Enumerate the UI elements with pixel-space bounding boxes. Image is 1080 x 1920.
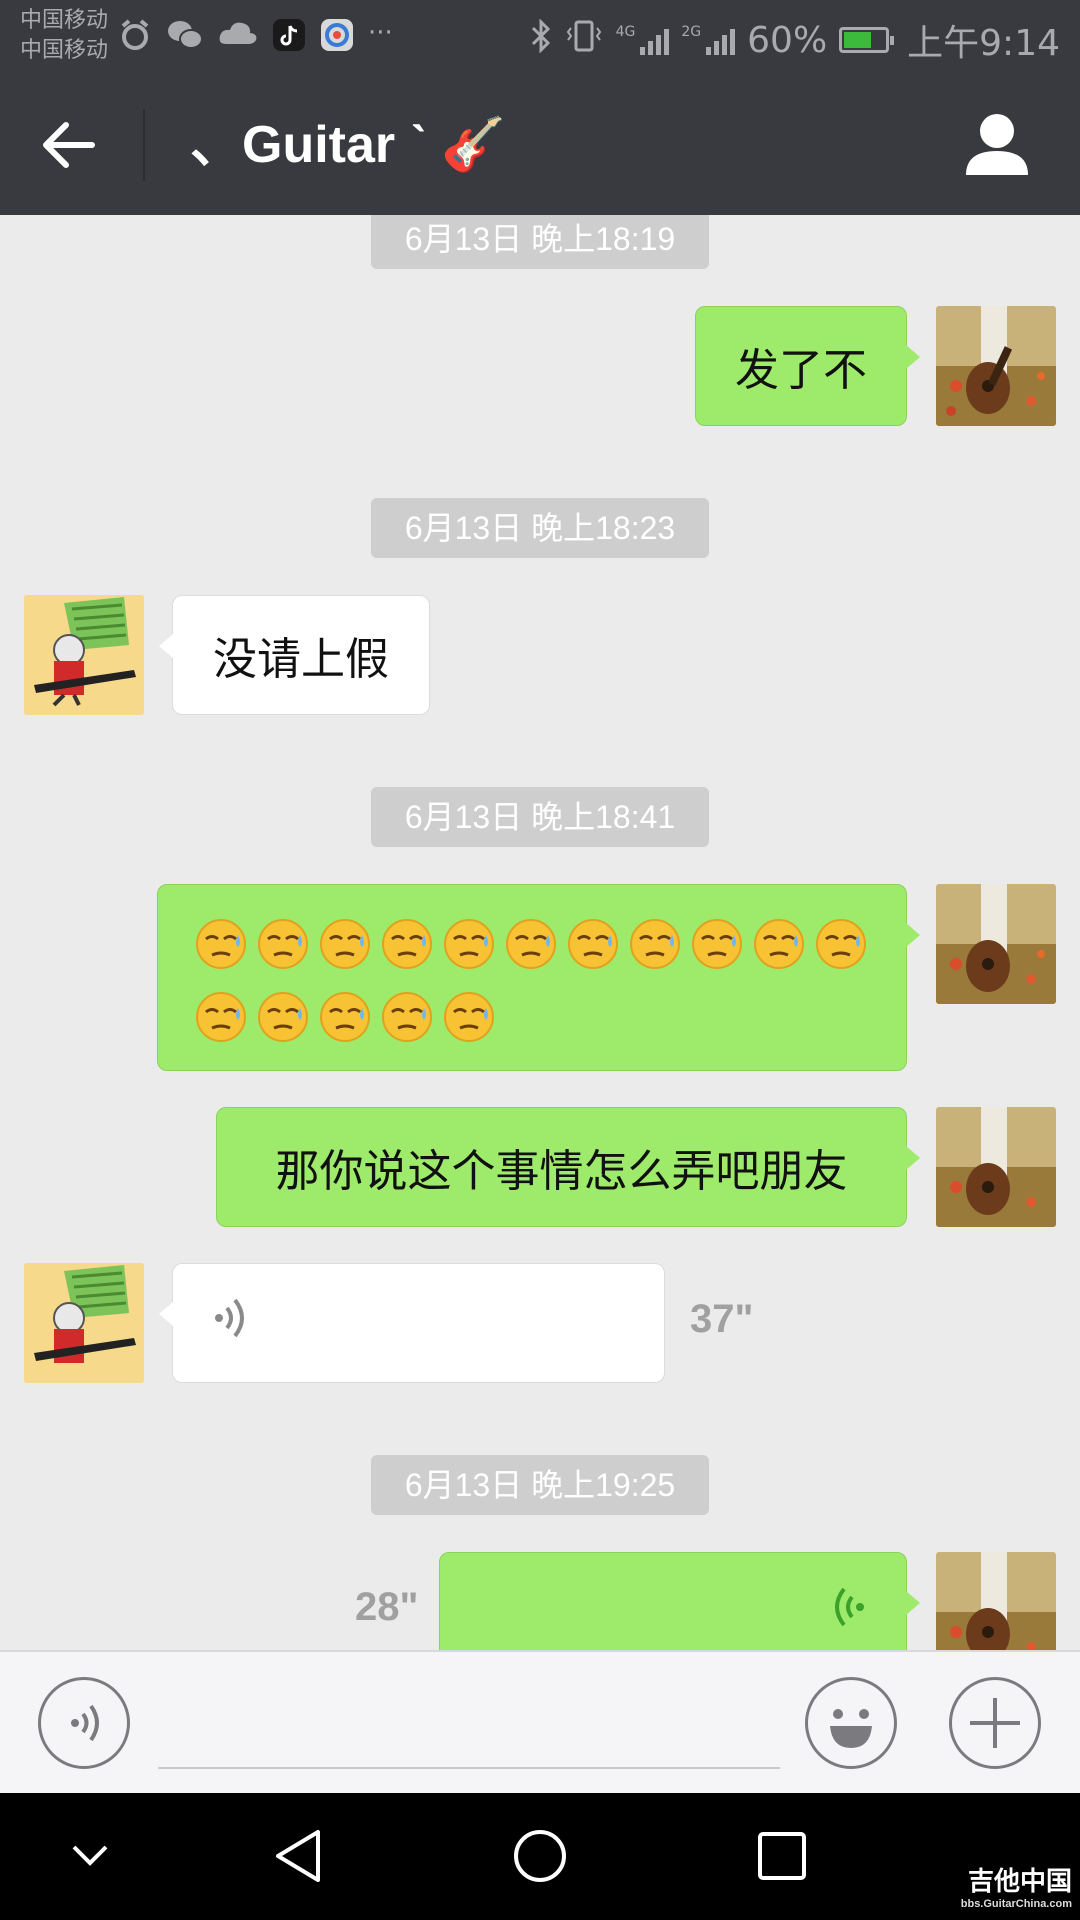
nav-recent-button[interactable]	[756, 1830, 808, 1886]
sweat-smile-emoji	[318, 990, 372, 1055]
voice-mode-button[interactable]	[38, 1677, 130, 1769]
status-right: 4G 2G 60% 上午9:14	[530, 14, 1060, 66]
carrier-2: 中国移动	[20, 38, 109, 63]
sweat-smile-emoji	[256, 990, 310, 1055]
voice-wave-icon	[213, 1294, 253, 1353]
sweat-smile-emoji	[256, 917, 310, 982]
profile-button[interactable]	[962, 109, 1032, 179]
voice-duration: 37"	[690, 1297, 754, 1341]
sweat-smile-emoji	[814, 917, 868, 982]
voice-duration: 28"	[355, 1585, 419, 1629]
battery-percent: 60%	[747, 19, 828, 61]
bluetooth-icon	[530, 17, 552, 62]
sweat-smile-emoji	[318, 917, 372, 982]
sweat-smile-emoji	[194, 990, 248, 1055]
avatar-self[interactable]	[936, 1552, 1056, 1650]
nav-home-button[interactable]	[512, 1828, 568, 1888]
avatar-contact[interactable]	[24, 595, 144, 715]
message-bubble-outgoing[interactable]: 发了不	[695, 306, 920, 426]
chevron-down-icon	[72, 1845, 108, 1866]
voice-message-incoming[interactable]	[159, 1263, 665, 1383]
wechat-icon	[166, 18, 204, 60]
message-text: 发了不	[735, 345, 867, 396]
timestamp: 6月13日 晚上18:23	[371, 498, 709, 558]
sweat-smile-emoji	[194, 917, 248, 982]
arrow-left-icon	[43, 122, 95, 168]
chat-title: 、Guitar ˋ 🎸	[190, 116, 507, 174]
emoji-grid	[158, 885, 906, 1087]
signal-1: 4G	[616, 25, 670, 55]
tiktok-icon	[272, 18, 306, 60]
cloud-icon	[218, 18, 258, 60]
sweat-smile-emoji	[380, 990, 434, 1055]
watermark-sub: bbs.GuitarChina.com	[960, 1898, 1072, 1910]
sweat-smile-emoji	[442, 990, 496, 1055]
notification-icons: ···	[118, 18, 393, 60]
triangle-back-icon	[276, 1830, 320, 1882]
header-divider	[143, 109, 145, 181]
person-icon	[966, 114, 1028, 175]
clock: 上午9:14	[907, 23, 1060, 64]
plus-icon	[970, 1698, 1020, 1748]
watermark-logo: 吉他中国 bbs.GuitarChina.com	[961, 1861, 1072, 1910]
voice-mode-icon	[71, 1704, 99, 1742]
message-text: 没请上假	[213, 634, 389, 685]
carrier-1: 中国移动	[20, 8, 109, 33]
more-notifications: ···	[368, 18, 393, 48]
avatar-self[interactable]	[936, 884, 1056, 1004]
voice-wave-icon	[826, 1583, 866, 1642]
back-button[interactable]	[40, 113, 110, 177]
sweat-smile-emoji	[442, 917, 496, 982]
carrier-labels: 中国移动 中国移动	[20, 6, 108, 66]
sweat-smile-emoji	[752, 917, 806, 982]
sweat-smile-emoji	[504, 917, 558, 982]
sweat-smile-emoji	[628, 917, 682, 982]
message-bubble-outgoing[interactable]: 那你说这个事情怎么弄吧朋友	[216, 1107, 920, 1227]
more-functions-button[interactable]	[949, 1677, 1041, 1769]
sweat-smile-emoji	[380, 917, 434, 982]
avatar-contact[interactable]	[24, 1263, 144, 1383]
timestamp: 6月13日 晚上18:41	[371, 787, 709, 847]
message-bubble-outgoing-emoji[interactable]	[157, 884, 920, 1071]
avatar-self[interactable]	[936, 306, 1056, 426]
input-bar	[0, 1650, 1080, 1793]
signal-2: 2G	[681, 25, 736, 55]
browser-icon	[320, 18, 354, 60]
message-input[interactable]	[158, 1767, 780, 1769]
square-recent-icon	[758, 1832, 806, 1880]
nav-back-button[interactable]	[272, 1828, 328, 1888]
watermark-main: 吉他中国	[967, 1866, 1072, 1896]
status-bar: 中国移动 中国移动 ··· 4G 2G 60% 上午9:14	[0, 0, 1080, 73]
voice-message-outgoing[interactable]	[439, 1552, 920, 1650]
chat-header: 、Guitar ˋ 🎸	[0, 73, 1080, 215]
circle-home-icon	[514, 1830, 566, 1882]
sweat-smile-emoji	[566, 917, 620, 982]
alarm-icon	[118, 18, 152, 60]
avatar-self[interactable]	[936, 1107, 1056, 1227]
battery-icon	[839, 27, 895, 53]
system-nav-bar: 吉他中国 bbs.GuitarChina.com	[0, 1793, 1080, 1920]
chat-area[interactable]: 6月13日 晚上18:19 发了不 6月13日 晚上18:23 没请上假 6月1…	[0, 215, 1080, 1650]
smiley-icon	[830, 1709, 872, 1748]
message-bubble-incoming[interactable]: 没请上假	[159, 595, 430, 715]
emoji-button[interactable]	[805, 1677, 897, 1769]
message-text: 那你说这个事情怎么弄吧朋友	[275, 1146, 848, 1197]
timestamp: 6月13日 晚上19:25	[371, 1455, 709, 1515]
hide-nav-button[interactable]	[66, 1831, 114, 1883]
sweat-smile-emoji	[690, 917, 744, 982]
vibrate-icon	[564, 19, 604, 62]
timestamp: 6月13日 晚上18:19	[371, 215, 709, 269]
